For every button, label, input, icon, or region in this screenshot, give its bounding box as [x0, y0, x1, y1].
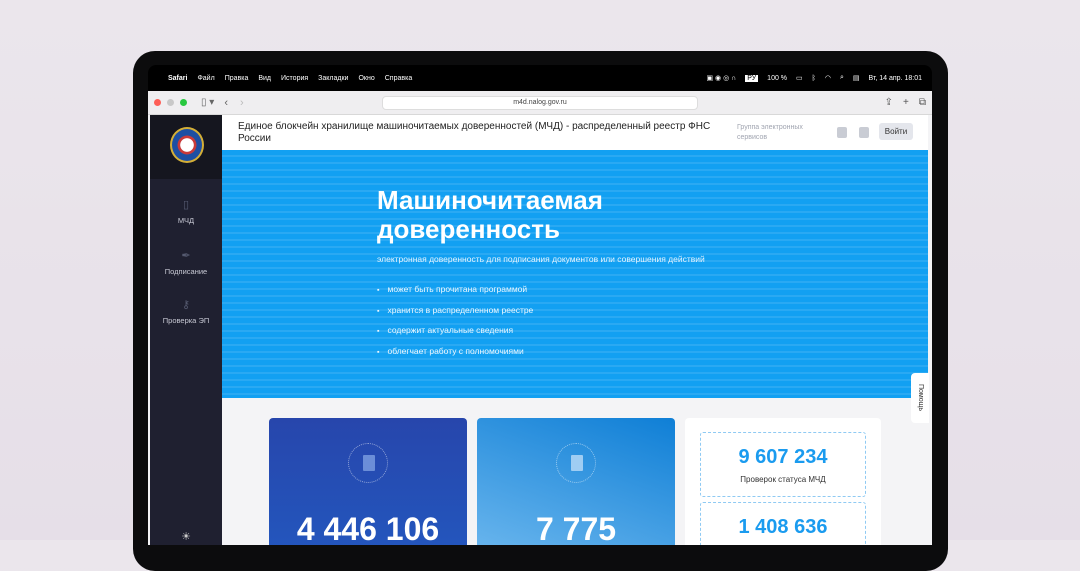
share-icon[interactable]: ⇪	[885, 97, 893, 108]
web-page: ▯ МЧД ✒ Подписание ⚷ Проверка ЭП ☀ Единое б…	[148, 115, 932, 545]
new-tab-icon[interactable]: +	[903, 97, 909, 108]
stats-panel: 9 607 234 Проверок статуса МЧД 1 408 636	[685, 418, 881, 545]
menu-view[interactable]: Вид	[258, 75, 271, 82]
forward-icon[interactable]: ›	[240, 97, 244, 109]
datetime[interactable]: Вт, 14 апр. 18:01	[869, 75, 922, 82]
site-header: Единое блокчейн хранилище машиночитаемых…	[222, 115, 928, 150]
sidebar-item-mchd[interactable]: ▯ МЧД	[150, 198, 222, 225]
control-center-icon[interactable]: ▤	[853, 74, 860, 82]
icon-circle	[556, 443, 596, 483]
hero-title: Машиночитаемая доверенность	[377, 185, 603, 244]
menu-file[interactable]: Файл	[197, 75, 214, 82]
key-icon: ⚷	[181, 299, 191, 311]
battery-icon[interactable]: ▭	[796, 74, 803, 82]
fns-logo[interactable]	[170, 127, 204, 163]
document-icon	[363, 455, 375, 471]
help-tab[interactable]: Помощь	[911, 373, 929, 423]
menu-history[interactable]: История	[281, 75, 308, 82]
menu-bookmarks[interactable]: Закладки	[318, 75, 348, 82]
address-bar[interactable]: m4d.nalog.gov.ru	[382, 96, 698, 110]
chat-icon[interactable]	[837, 127, 847, 138]
hero-subtitle: электронная доверенность для подписания …	[377, 254, 705, 264]
theme-toggle-icon[interactable]: ☀	[150, 530, 222, 543]
stat-status-checks: 9 607 234 Проверок статуса МЧД	[700, 432, 866, 497]
sidebar: ▯ МЧД ✒ Подписание ⚷ Проверка ЭП ☀	[150, 115, 222, 545]
menu-app[interactable]: Safari	[168, 75, 187, 82]
bullet-item: содержит актуальные сведения	[377, 325, 533, 346]
status-icons[interactable]: ▣ ◉ ◎ ∩	[707, 74, 737, 82]
document-icon	[571, 455, 583, 471]
pen-icon: ✒	[181, 250, 191, 262]
bullet-item: облегчает работу с полномочиями	[377, 346, 533, 367]
macos-menubar: Safari Файл Правка Вид История Закладки …	[148, 65, 932, 91]
document-icon: ▯	[182, 199, 190, 211]
close-button[interactable]	[154, 99, 161, 106]
menu-help[interactable]: Справка	[385, 75, 412, 82]
bullet-item: может быть прочитана программой	[377, 284, 533, 305]
stat-value: 9 607 234	[738, 446, 828, 468]
stat-card-second: 7 775	[477, 418, 675, 545]
sidebar-item-signing[interactable]: ✒ Подписание	[150, 249, 222, 276]
notifications-icon[interactable]	[859, 127, 869, 138]
site-title: Единое блокчейн хранилище машиночитаемых…	[238, 121, 711, 144]
language-indicator[interactable]: РУ	[745, 74, 759, 82]
search-icon[interactable]: ⌕	[840, 74, 844, 82]
sidebar-toggle-icon[interactable]: ▯ ▾	[201, 97, 214, 108]
minimize-button[interactable]	[167, 99, 174, 106]
hero-banner: Машиночитаемая доверенность электронная …	[222, 150, 928, 398]
tabs-overview-icon[interactable]: ⧉	[919, 97, 926, 108]
menu-window[interactable]: Окно	[358, 75, 374, 82]
icon-circle	[348, 443, 388, 483]
back-icon[interactable]: ‹	[224, 97, 228, 109]
menu-edit[interactable]: Правка	[225, 75, 249, 82]
battery-percent: 100 %	[767, 74, 788, 82]
screen: Safari Файл Правка Вид История Закладки …	[148, 65, 932, 545]
service-group-link[interactable]: Группа электронных сервисов	[737, 123, 817, 143]
bluetooth-icon[interactable]: ᛒ	[812, 75, 816, 82]
bullet-item: хранится в распределенном реестре	[377, 305, 533, 326]
stat-card-total: 4 446 106	[269, 418, 467, 545]
sidebar-item-verify-signature[interactable]: ⚷ Проверка ЭП	[150, 298, 222, 325]
hero-bullets: может быть прочитана программой хранится…	[377, 284, 533, 367]
zoom-button[interactable]	[180, 99, 187, 106]
wifi-icon[interactable]: ◠	[825, 74, 831, 82]
stat-second: 1 408 636	[700, 502, 866, 545]
login-button[interactable]: Войти	[879, 123, 913, 140]
stat-label: Проверок статуса МЧД	[740, 475, 826, 484]
stat-value: 1 408 636	[738, 516, 828, 538]
